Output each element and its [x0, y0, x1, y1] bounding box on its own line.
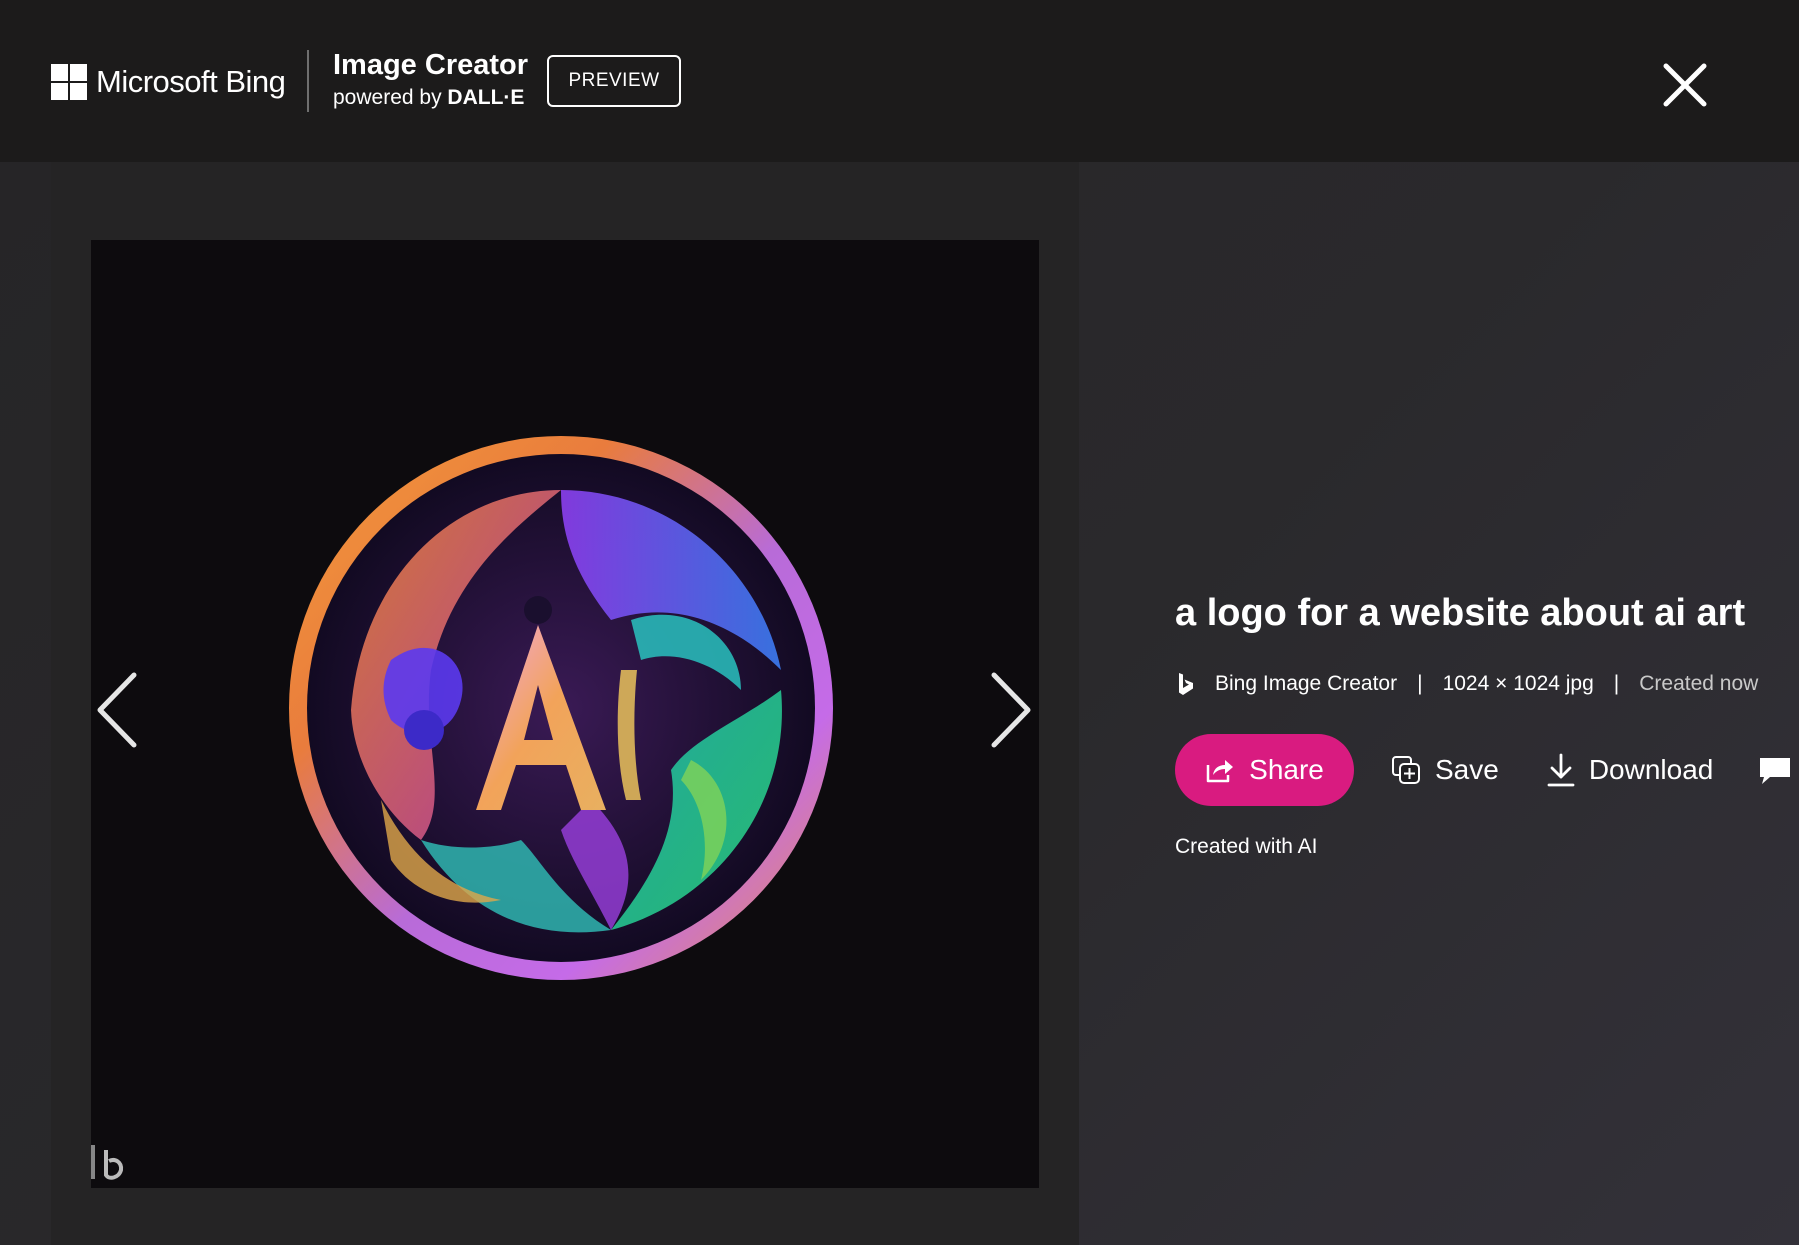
share-button[interactable]: Share	[1175, 734, 1354, 806]
previous-image-button[interactable]	[90, 665, 150, 755]
close-icon	[1663, 63, 1707, 107]
product-title: Image Creator	[333, 49, 529, 81]
chevron-left-icon	[97, 672, 137, 748]
download-label: Download	[1588, 754, 1714, 785]
next-image-button[interactable]	[978, 665, 1038, 755]
download-icon	[1547, 753, 1575, 787]
image-source: Bing Image Creator	[1215, 672, 1398, 695]
meta-separator: |	[1417, 672, 1423, 695]
meta-separator: |	[1613, 672, 1620, 695]
close-button[interactable]	[1660, 60, 1710, 110]
brand-name: Microsoft Bing	[96, 64, 286, 99]
feedback-button[interactable]	[1758, 755, 1792, 787]
brand-divider	[307, 50, 309, 112]
feedback-icon	[1760, 758, 1790, 784]
header-bar: Microsoft Bing Image Creator powered by …	[0, 0, 1799, 162]
created-with-ai-label: Created with AI	[1175, 835, 1318, 858]
image-dimensions: 1024 × 1024 jpg	[1442, 672, 1594, 695]
share-icon	[1206, 760, 1234, 783]
engine-name: DALL·E	[447, 86, 525, 109]
microsoft-logo-icon	[51, 64, 87, 100]
save-label: Save	[1435, 754, 1499, 785]
save-collection-icon	[1392, 756, 1420, 784]
product-subtitle: powered by DALL·E	[333, 84, 524, 112]
chevron-right-icon	[991, 672, 1031, 748]
powered-by-label: powered by	[333, 86, 442, 109]
share-label: Share	[1249, 754, 1324, 785]
save-button[interactable]: Save	[1391, 754, 1499, 786]
prompt-title: a logo for a website about ai art	[1175, 592, 1746, 634]
created-timestamp: Created now	[1639, 672, 1759, 695]
action-bar: Share Save Download	[1175, 734, 1713, 806]
image-meta-row: Bing Image Creator | 1024 × 1024 jpg | C…	[1175, 668, 1758, 700]
generated-image[interactable]	[91, 240, 1039, 1188]
preview-badge: PREVIEW	[547, 55, 681, 107]
ai-logo-artwork	[91, 240, 1039, 1188]
bing-icon	[1179, 673, 1193, 695]
download-button[interactable]: Download	[1547, 753, 1714, 787]
